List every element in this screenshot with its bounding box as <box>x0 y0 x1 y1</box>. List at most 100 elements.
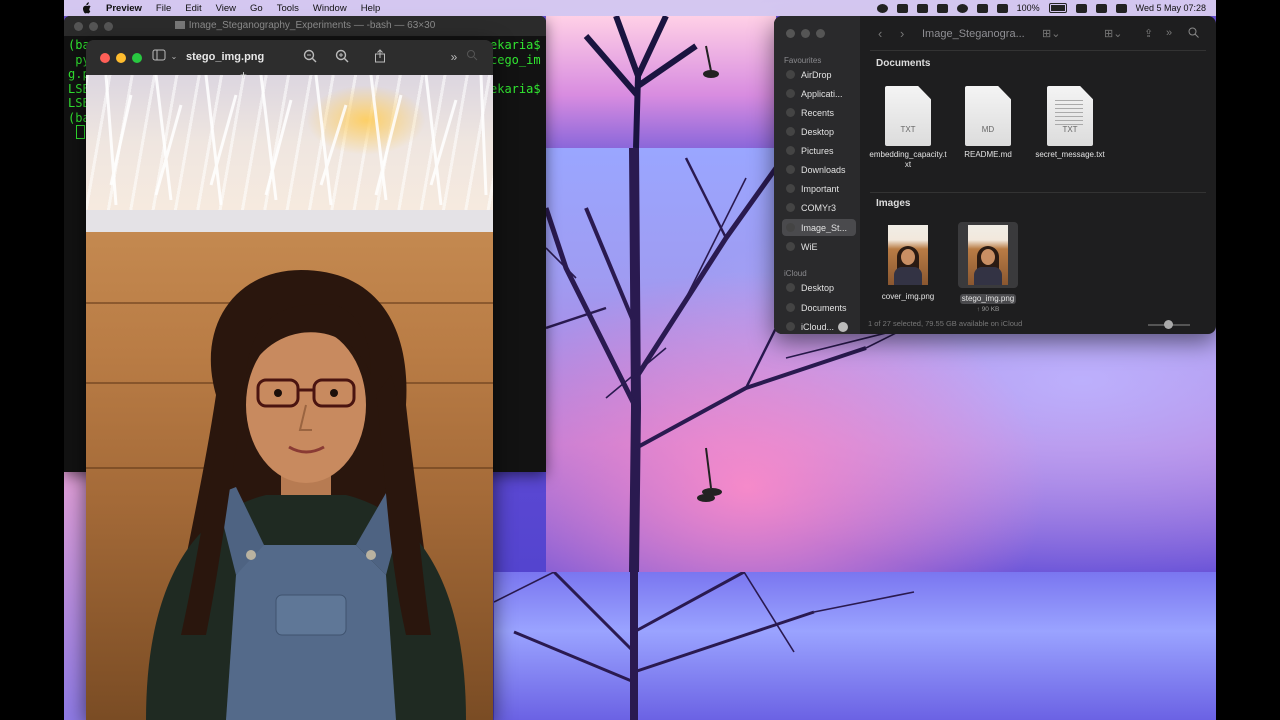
close-button[interactable] <box>100 53 110 63</box>
sidebar-item-airdrop[interactable]: AirDrop <box>782 66 856 83</box>
menu-tools[interactable]: Tools <box>277 3 299 14</box>
sidebar-item-label: WiE <box>801 241 818 252</box>
group-icon[interactable]: ⊞⌄ <box>1104 27 1122 40</box>
text-file-icon: TXT <box>1047 86 1093 146</box>
apple-menu-icon[interactable] <box>80 2 92 14</box>
terminal-line: ekaria$ <box>490 81 541 96</box>
crosshair-cursor: + <box>240 68 248 82</box>
menu-bar: Preview File Edit View Go Tools Window H… <box>64 0 1216 16</box>
file-type-label: TXT <box>1062 125 1078 134</box>
folder-icon <box>786 146 795 155</box>
control-center-icon[interactable] <box>1115 3 1127 13</box>
dropbox-icon[interactable] <box>936 3 948 13</box>
menu-window[interactable]: Window <box>313 3 347 14</box>
window-controls <box>100 53 142 63</box>
zoom-button[interactable] <box>104 22 113 31</box>
more-tools-icon[interactable]: » <box>1166 27 1172 39</box>
menu-file[interactable]: File <box>156 3 171 14</box>
wallpaper-tile <box>546 16 776 148</box>
menu-help[interactable]: Help <box>361 3 381 14</box>
close-button[interactable] <box>786 29 795 38</box>
sidebar-item-label: Documents <box>801 302 847 313</box>
finder-title: Image_Steganogra... <box>922 28 1025 40</box>
sidebar-item-comyr3[interactable]: COMYr3 <box>782 199 856 216</box>
terminal-line: ekaria$ <box>490 38 541 52</box>
back-icon[interactable]: ‹ <box>878 26 882 41</box>
zoom-out-icon[interactable] <box>302 49 318 65</box>
folder-icon <box>786 223 795 232</box>
menu-go[interactable]: Go <box>250 3 263 14</box>
divider <box>870 50 1206 51</box>
chevron-down-icon[interactable]: ⌄ <box>166 49 182 65</box>
group-header-documents: Documents <box>876 58 931 69</box>
wallpaper-tile <box>494 572 1216 720</box>
file-name: stego_img.png <box>959 294 1017 304</box>
record-icon[interactable] <box>876 3 888 13</box>
minimize-button[interactable] <box>116 53 126 63</box>
file-name: secret_message.txt <box>1035 150 1105 159</box>
preview-window[interactable]: ⌄ stego_img.png » <box>86 40 493 720</box>
terminal-title: Image_Steganography_Experiments — -bash … <box>188 20 436 31</box>
status-area: 100% Wed 5 May 07:28 <box>876 0 1206 16</box>
more-tools-icon[interactable]: » <box>446 49 462 65</box>
icon-size-slider[interactable] <box>1148 320 1190 329</box>
preview-toolbar[interactable]: ⌄ stego_img.png » <box>86 40 493 75</box>
menu-edit[interactable]: Edit <box>185 3 201 14</box>
finder-window[interactable]: Favourites AirDrop Applicati... Recents … <box>774 16 1216 334</box>
folder-icon <box>174 21 185 30</box>
screen-icon[interactable] <box>1095 3 1107 13</box>
sidebar-item-label: Desktop <box>801 126 835 137</box>
menu-app-name[interactable]: Preview <box>106 3 142 14</box>
minimize-button[interactable] <box>801 29 810 38</box>
folder-icon <box>786 184 795 193</box>
finder-content: ‹ › Image_Steganogra... ⊞⌄ ⊞⌄ ⇪ » Docume… <box>860 16 1216 334</box>
bell-icon[interactable] <box>896 3 908 13</box>
view-mode-icon[interactable]: ⊞⌄ <box>1042 27 1060 40</box>
sidebar-item-label: COMYr3 <box>801 202 837 213</box>
sidebar-item-important[interactable]: Important <box>782 180 856 197</box>
close-button[interactable] <box>74 22 83 31</box>
sidebar-item-label: Recents <box>801 107 835 118</box>
battery-icon[interactable] <box>1048 3 1067 13</box>
sidebar-section-icloud: iCloud <box>784 269 807 278</box>
terminal-titlebar[interactable]: Image_Steganography_Experiments — -bash … <box>64 16 546 36</box>
shield-icon[interactable] <box>916 3 928 13</box>
forward-icon[interactable]: › <box>900 26 904 41</box>
portrait-figure <box>146 270 466 720</box>
menu-view[interactable]: View <box>216 3 236 14</box>
image-canvas[interactable] <box>86 75 493 720</box>
file-item[interactable]: TXT secret_message.txt <box>1000 86 1140 160</box>
wallpaper-tile <box>64 472 88 720</box>
document-title[interactable]: stego_img.png <box>186 51 264 63</box>
sidebar-item-label: Desktop <box>801 282 835 293</box>
zoom-button[interactable] <box>816 29 825 38</box>
finder-toolbar: ‹ › Image_Steganogra... ⊞⌄ ⊞⌄ ⇪ » <box>860 16 1216 50</box>
slider-thumb[interactable] <box>1164 320 1173 329</box>
sidebar-section-favourites: Favourites <box>784 56 822 65</box>
divider <box>870 192 1206 193</box>
play-icon[interactable] <box>956 3 968 13</box>
share-icon[interactable]: ⇪ <box>1144 27 1153 40</box>
search-icon[interactable] <box>1188 27 1199 41</box>
flag-icon[interactable] <box>996 3 1008 13</box>
search-icon[interactable] <box>464 49 480 65</box>
tree-silhouette <box>494 572 915 720</box>
group-header-images: Images <box>876 198 911 209</box>
desktop-icon <box>786 283 795 292</box>
terminal-output-right[interactable]: ekaria$ cego_im ekaria$ <box>490 38 541 96</box>
wifi-icon[interactable] <box>1075 3 1087 13</box>
terminal-line: cego_im <box>490 52 541 67</box>
file-item-selected[interactable]: stego_img.png ↑ 90 KB <box>918 222 1058 313</box>
window-controls <box>786 29 825 38</box>
clock-icon <box>786 108 795 117</box>
applications-icon <box>786 89 795 98</box>
battery-percent: 100% <box>1016 3 1040 13</box>
zoom-button[interactable] <box>132 53 142 63</box>
minimize-button[interactable] <box>89 22 98 31</box>
share-icon[interactable] <box>372 49 388 65</box>
tree-silhouette <box>583 16 719 148</box>
zoom-in-icon[interactable] <box>334 49 350 65</box>
menubar-clock[interactable]: Wed 5 May 07:28 <box>1136 3 1206 13</box>
bluetooth-icon[interactable] <box>976 3 988 13</box>
